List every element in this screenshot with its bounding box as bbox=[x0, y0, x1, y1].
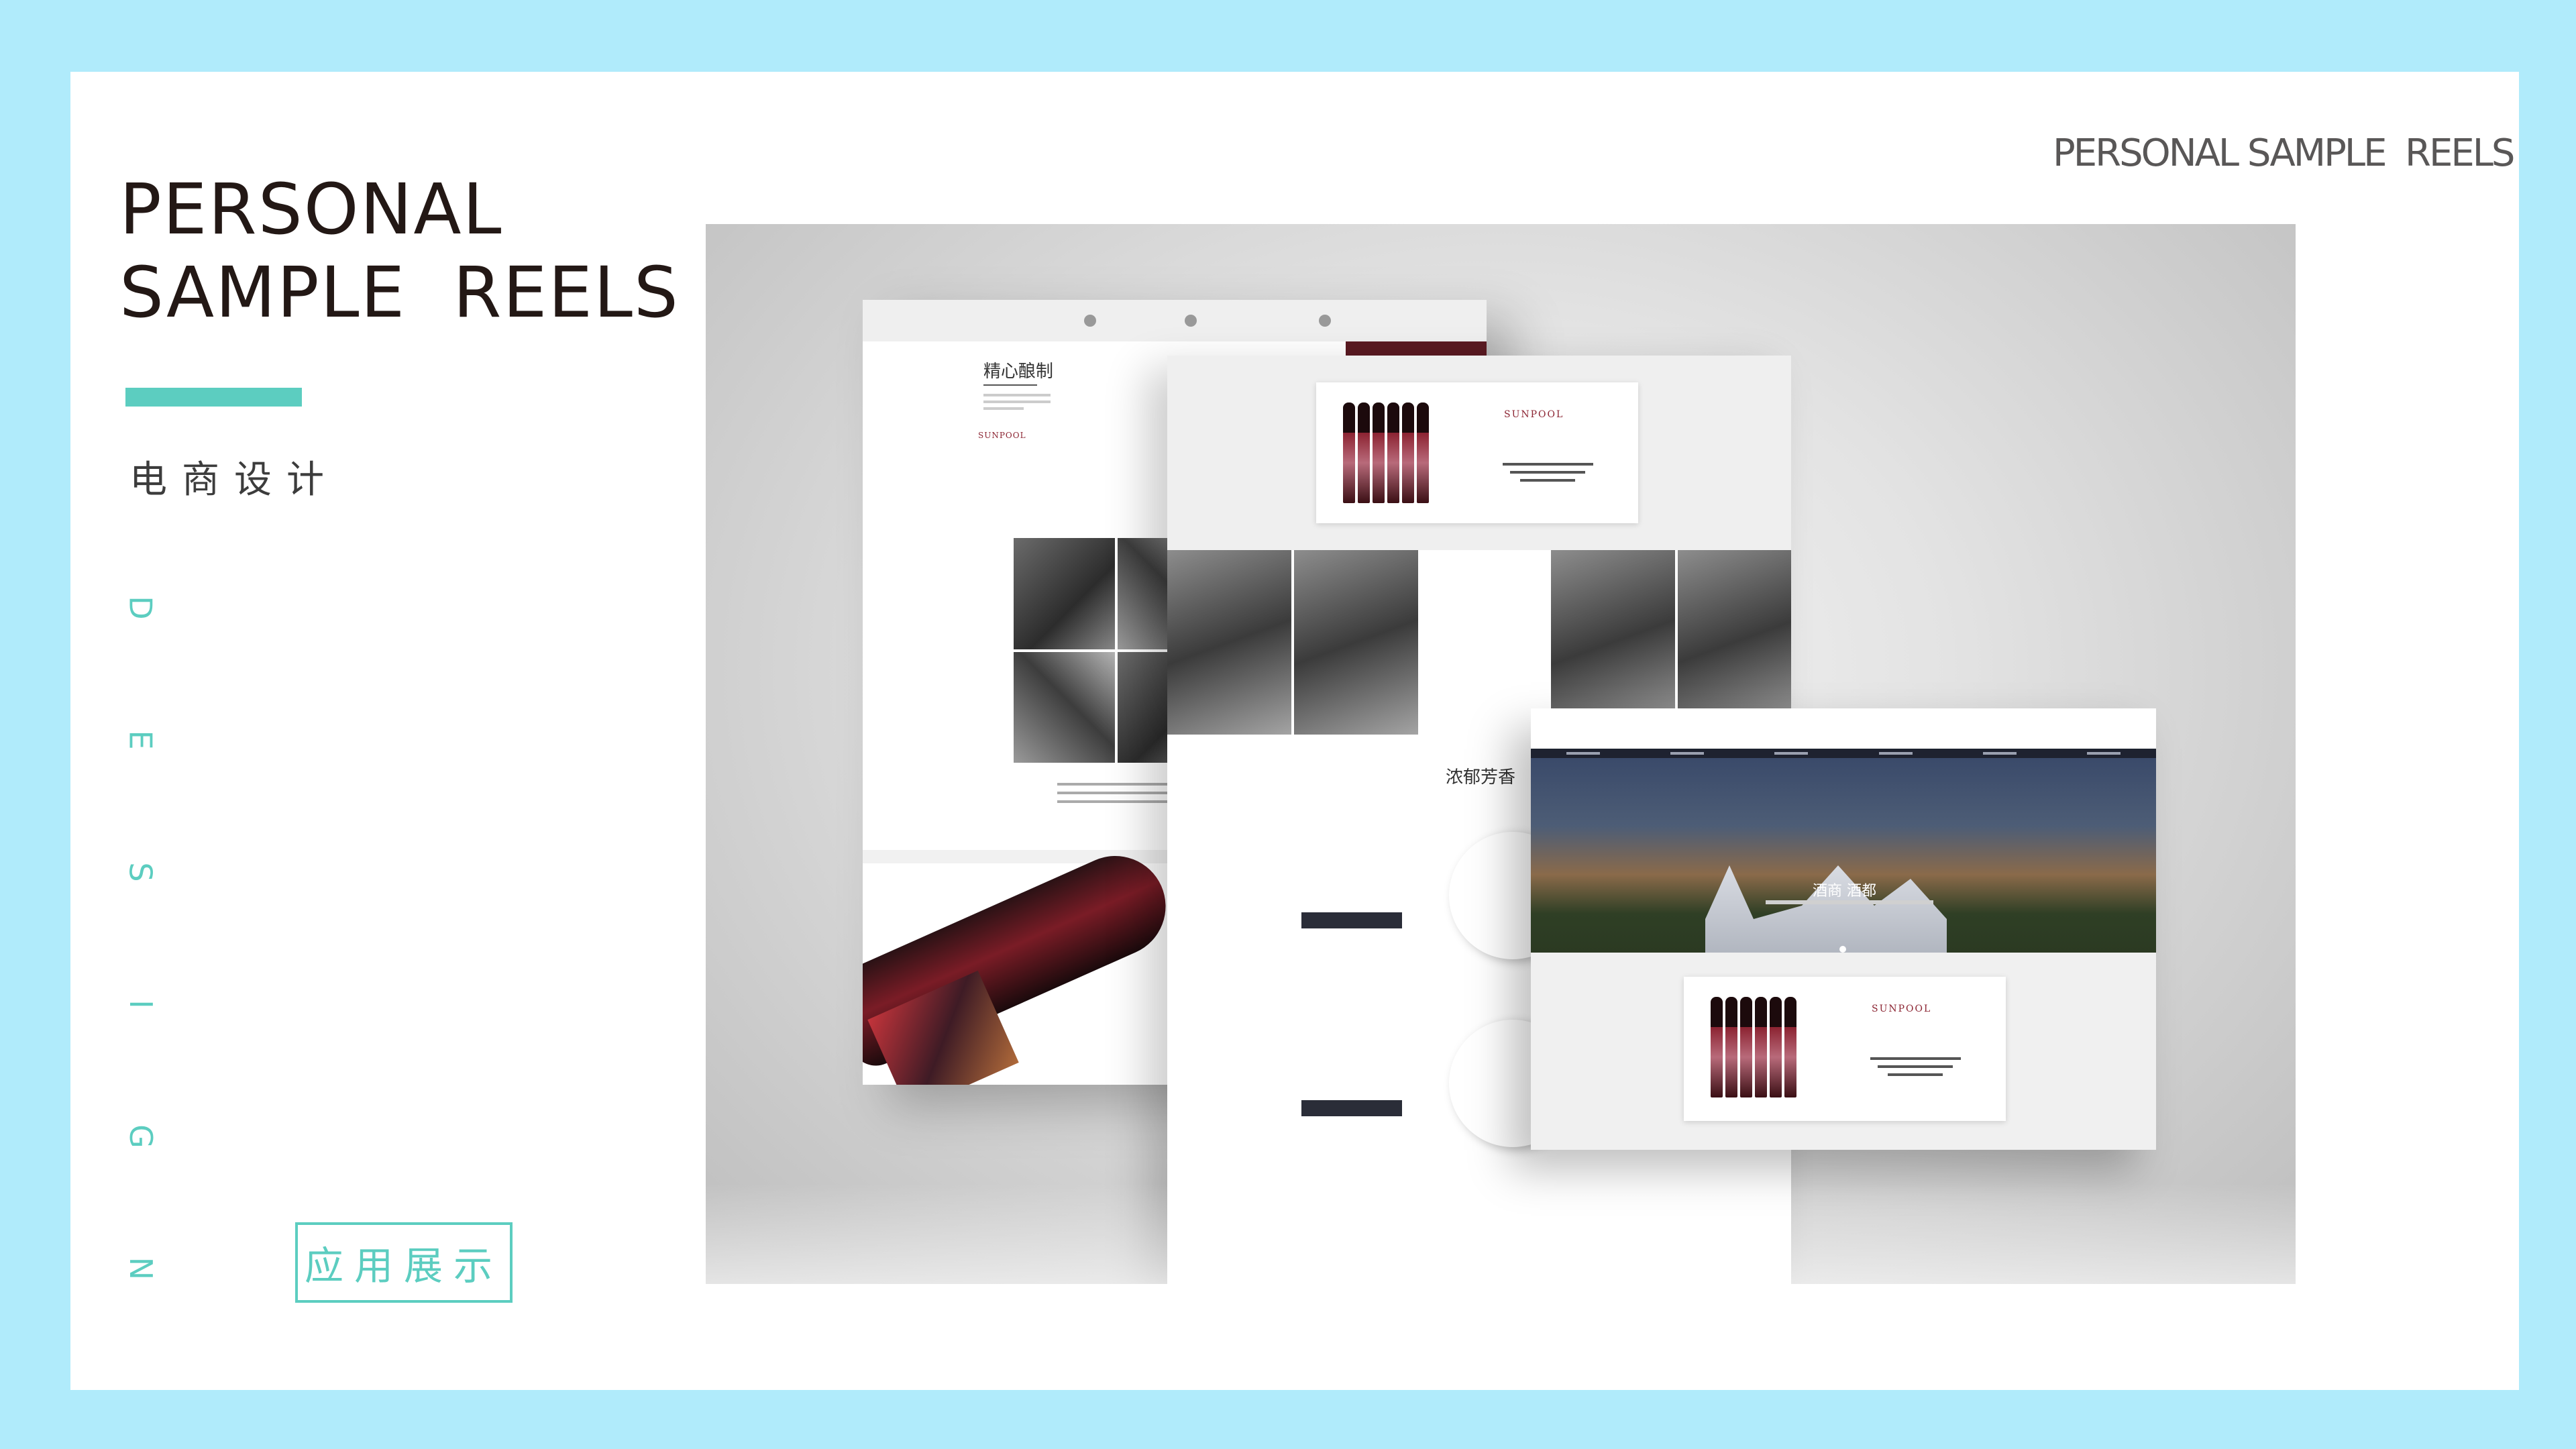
section-title: 浓郁芳香 bbox=[1446, 767, 1516, 788]
wine-bottles-image bbox=[1711, 997, 1796, 1097]
promo-card: SUNPOOL bbox=[1684, 977, 2006, 1121]
mockup-showcase: 精心酿制 SUNPOOL SUNPOOL 浓郁芳香 酒商 酒都 SUNPOOL bbox=[706, 224, 2296, 1284]
brand-logo: SUNPOOL bbox=[1504, 409, 1564, 420]
photo-tile bbox=[1167, 550, 1291, 735]
product-item bbox=[1301, 832, 1576, 959]
promo-card: SUNPOOL bbox=[1316, 382, 1638, 523]
title-line-2: SAMPLE REELS bbox=[119, 252, 680, 333]
site-nav-bar bbox=[1531, 749, 2156, 758]
photo-tile bbox=[1678, 550, 1791, 735]
mockup-top-nav bbox=[863, 300, 1487, 341]
floor-reflection bbox=[706, 1183, 2296, 1284]
banner-title: 酒商 酒都 bbox=[1813, 883, 1876, 900]
photo-tile bbox=[1421, 550, 1548, 735]
vertical-letter-d: D bbox=[122, 596, 159, 620]
mockup-description bbox=[983, 394, 1051, 414]
title-line-1: PERSONAL bbox=[119, 168, 503, 250]
page-title: PERSONAL SAMPLE REELS bbox=[119, 168, 680, 334]
webpage-mockup-right: 酒商 酒都 SUNPOOL bbox=[1531, 708, 2156, 1150]
header-brand-text: PERSONAL SAMPLE REELS bbox=[2053, 131, 2515, 175]
banner-subtitle bbox=[1766, 900, 1933, 904]
accent-bar bbox=[125, 388, 302, 407]
vertical-letter-n: N bbox=[122, 1256, 159, 1281]
promo-text bbox=[1865, 1057, 1966, 1081]
mockup-heading: 精心酿制 bbox=[983, 362, 1054, 382]
brand-logo: SUNPOOL bbox=[978, 431, 1026, 440]
photo-strip bbox=[1167, 550, 1791, 735]
subtitle: 电商设计 bbox=[129, 458, 339, 502]
promo-text bbox=[1497, 463, 1598, 487]
buy-button[interactable] bbox=[1301, 912, 1402, 928]
wine-bottles-image bbox=[1343, 402, 1429, 503]
product-item bbox=[1301, 1020, 1576, 1147]
application-showcase-button[interactable]: 应用展示 bbox=[295, 1222, 513, 1303]
buy-button[interactable] bbox=[1301, 1100, 1402, 1116]
heading-underline bbox=[983, 384, 1037, 386]
photo-tile bbox=[1551, 550, 1675, 735]
vertical-design-text: D E S I G N bbox=[121, 590, 161, 1286]
brand-logo: SUNPOOL bbox=[1872, 1004, 1932, 1014]
photo-tile bbox=[1014, 538, 1115, 649]
photo-tile bbox=[1294, 550, 1418, 735]
brand-header bbox=[1531, 708, 2156, 749]
vertical-letter-i: I bbox=[122, 1000, 159, 1009]
vertical-letter-e: E bbox=[122, 730, 159, 750]
vertical-letter-g: G bbox=[123, 1124, 159, 1148]
castle-banner: 酒商 酒都 bbox=[1531, 758, 2156, 1000]
photo-tile bbox=[1014, 651, 1115, 763]
vertical-letter-s: S bbox=[122, 862, 159, 882]
